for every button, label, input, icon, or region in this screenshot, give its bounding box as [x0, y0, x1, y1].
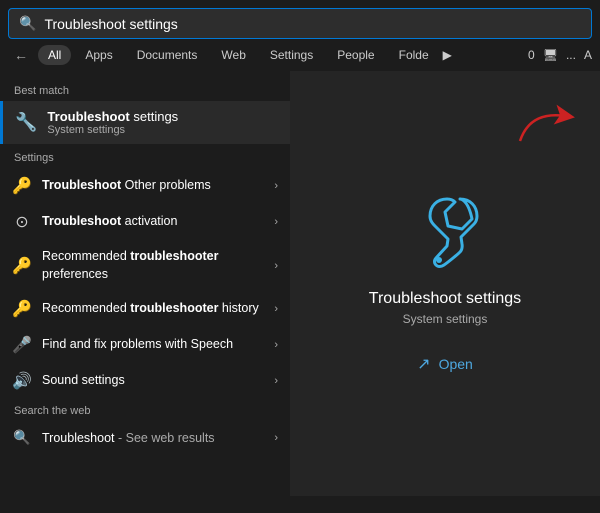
search-bar: 🔍 [8, 8, 592, 39]
see-web-text: - See web results [115, 431, 215, 445]
item-text-6: Sound settings [42, 372, 264, 390]
web-search-text: Troubleshoot - See web results [42, 431, 215, 445]
arrow-annotation [510, 101, 590, 151]
list-item-sound[interactable]: 🔊 Sound settings › [0, 363, 290, 399]
chevron-6: › [274, 375, 278, 387]
list-item-troubleshoot-other[interactable]: 🔑 Troubleshoot Other problems › [0, 168, 290, 204]
tab-people[interactable]: People [327, 45, 384, 65]
best-match-title: Troubleshoot settings [47, 109, 178, 124]
tab-folde[interactable]: Folde [389, 45, 439, 65]
open-external-icon: ↗ [417, 354, 430, 374]
list-item-recommended-preferences[interactable]: 🔑 Recommended troubleshooter preferences… [0, 240, 290, 291]
item-bold-4: troubleshooter [130, 301, 218, 315]
mic-icon: 🎤 [12, 335, 32, 355]
settings-label: Settings [0, 146, 290, 168]
wrench-large-icon [405, 189, 485, 269]
user-avatar[interactable]: A [584, 48, 592, 62]
chevron-3: › [274, 260, 278, 272]
best-match-subtitle: System settings [47, 124, 178, 136]
tab-right-actions: 0 🖥 ... A [528, 48, 592, 62]
wrench-icon: 🔧 [15, 112, 37, 133]
tab-apps[interactable]: Apps [75, 45, 122, 65]
main-content: Best match 🔧 Troubleshoot settings Syste… [0, 71, 600, 496]
sound-icon: 🔊 [12, 371, 32, 391]
list-item-troubleshoot-activation[interactable]: ⊙ Troubleshoot activation › [0, 204, 290, 240]
item-bold-1: Troubleshoot [42, 178, 121, 192]
tab-documents[interactable]: Documents [127, 45, 208, 65]
web-label: Search the web [0, 399, 290, 421]
best-match-label: Best match [0, 79, 290, 101]
web-search-title: Troubleshoot [42, 431, 115, 445]
item-text-5: Find and fix problems with Speech [42, 336, 264, 354]
list-item-recommended-history[interactable]: 🔑 Recommended troubleshooter history › [0, 291, 290, 327]
list-item-speech[interactable]: 🎤 Find and fix problems with Speech › [0, 327, 290, 363]
search-icon: 🔍 [19, 15, 36, 32]
item-text-2: Troubleshoot activation [42, 213, 264, 231]
circle-icon: ⊙ [12, 212, 32, 232]
right-title: Troubleshoot settings [369, 290, 521, 308]
chevron-4: › [274, 303, 278, 315]
search-input[interactable] [44, 16, 581, 32]
open-button[interactable]: ↗ Open [417, 350, 473, 378]
right-subtitle: System settings [403, 312, 488, 326]
chevron-5: › [274, 339, 278, 351]
tab-play-button[interactable]: ▶ [443, 48, 452, 62]
best-match-title-suffix: settings [130, 109, 178, 124]
item-text-3: Recommended troubleshooter preferences [42, 248, 264, 283]
web-search-icon: 🔍 [12, 429, 32, 446]
web-search-item[interactable]: 🔍 Troubleshoot - See web results › [0, 421, 290, 454]
key-icon-2: 🔑 [12, 256, 32, 276]
tab-settings[interactable]: Settings [260, 45, 323, 65]
key-icon-3: 🔑 [12, 299, 32, 319]
right-panel-icon [405, 189, 485, 274]
left-panel: Best match 🔧 Troubleshoot settings Syste… [0, 71, 290, 496]
item-bold-3: troubleshooter [130, 249, 218, 263]
best-match-item[interactable]: 🔧 Troubleshoot settings System settings [0, 101, 290, 144]
more-options[interactable]: ... [566, 48, 576, 62]
key-icon-1: 🔑 [12, 176, 32, 196]
item-bold-2: Troubleshoot [42, 214, 121, 228]
result-count: 0 [528, 48, 535, 62]
web-chevron: › [274, 432, 278, 444]
back-button[interactable]: ← [8, 45, 34, 65]
item-text-4: Recommended troubleshooter history [42, 300, 264, 318]
best-match-text: Troubleshoot settings System settings [47, 109, 178, 136]
right-panel: Troubleshoot settings System settings ↗ … [290, 71, 600, 496]
tab-all[interactable]: All [38, 45, 71, 65]
open-label: Open [439, 356, 473, 372]
tray-icon: 🖥 [543, 48, 558, 62]
chevron-2: › [274, 216, 278, 228]
best-match-title-bold: Troubleshoot [47, 109, 129, 124]
tab-web[interactable]: Web [211, 45, 255, 65]
filter-tabs: ← All Apps Documents Web Settings People… [0, 39, 600, 71]
item-text-1: Troubleshoot Other problems [42, 177, 264, 195]
chevron-1: › [274, 180, 278, 192]
